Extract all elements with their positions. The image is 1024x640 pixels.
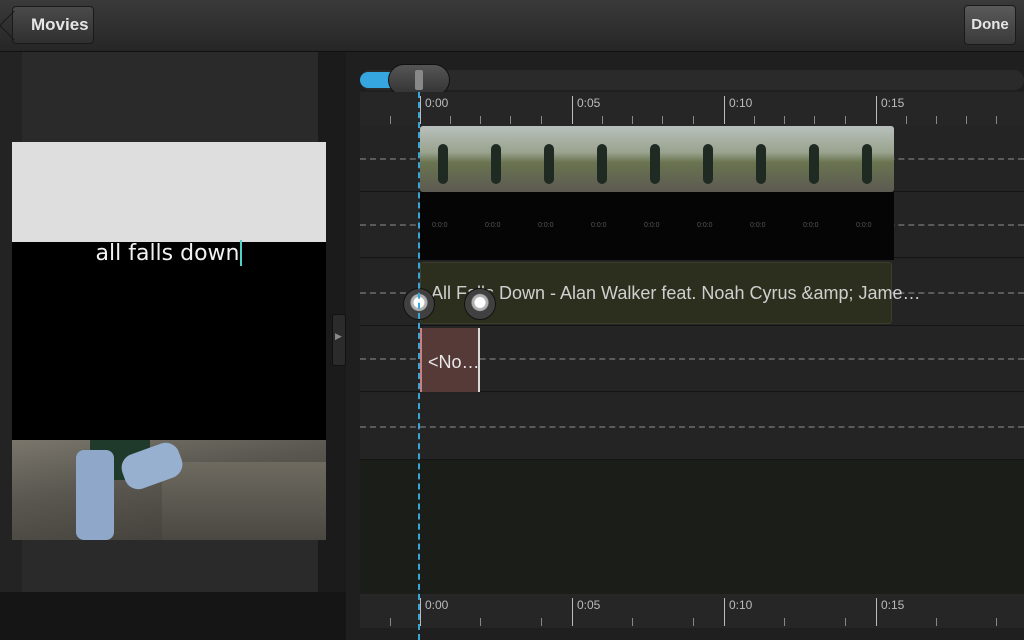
photo-wall: [162, 462, 326, 540]
ruler-tick: [936, 116, 937, 124]
thumb-figure: [438, 144, 448, 184]
thumb-figure: [650, 144, 660, 184]
ruler-tick: [814, 116, 815, 124]
preview-photo: [12, 438, 326, 540]
ruler-tick: [602, 116, 603, 124]
back-button-label: Movies: [31, 15, 89, 34]
ruler-label: 0:05: [572, 96, 600, 124]
audio-marker: 0:0:0: [538, 222, 554, 229]
clip-thumbnail: [420, 126, 473, 192]
top-bar: Movies Done: [0, 0, 1024, 52]
ruler-label: 0:00: [420, 96, 448, 124]
empty-track-area[interactable]: [360, 460, 1024, 594]
ruler-tick: [390, 116, 391, 124]
back-button[interactable]: Movies: [12, 6, 94, 44]
ruler-tick: [480, 618, 481, 626]
ruler-tick: [845, 618, 846, 626]
caption-text-overlay[interactable]: all falls down: [12, 240, 326, 266]
audio-marker: 0:0:0: [644, 222, 660, 229]
audio-marker: 0:0:0: [485, 222, 501, 229]
effects-track[interactable]: [360, 394, 1024, 460]
ruler-tick: [784, 618, 785, 626]
thumb-figure: [809, 144, 819, 184]
clip-thumbnail: [579, 126, 632, 192]
ruler-tick: [996, 116, 997, 124]
text-cursor: [240, 240, 243, 266]
thumb-figure: [703, 144, 713, 184]
ruler-tick: [510, 116, 511, 124]
audio-marker: 0:0:0: [697, 222, 713, 229]
ruler-tick: [693, 618, 694, 626]
ruler-tick: [845, 116, 846, 124]
time-ruler-top[interactable]: 0:00 0:05 0:10 0:15: [360, 92, 1024, 126]
audio-marker: 0:0:0: [856, 222, 872, 229]
ruler-tick: [632, 618, 633, 626]
ruler-label: 0:15: [876, 96, 904, 124]
caption-text: all falls down: [95, 241, 240, 266]
thumb-figure: [597, 144, 607, 184]
panel-resize-handle[interactable]: [332, 314, 346, 366]
thumb-figure: [862, 144, 872, 184]
ruler-tick: [936, 618, 937, 626]
ruler-label: 0:10: [724, 598, 752, 626]
track-guide-line: [360, 426, 1024, 428]
audio-marker: 0:0:0: [432, 222, 448, 229]
thumb-figure: [544, 144, 554, 184]
text-clip-label: <No…: [428, 352, 480, 372]
track-area: 0:0:0 0:0:0 0:0:0 0:0:0 0:0:0 0:0:0 0:0:…: [360, 126, 1024, 594]
ruler-tick: [906, 116, 907, 124]
ruler-tick: [541, 116, 542, 124]
ruler-tick: [450, 116, 451, 124]
ruler-tick: [784, 116, 785, 124]
panel-frame-bottom: [0, 592, 346, 640]
clip-thumbnail: [632, 126, 685, 192]
ruler-label: 0:10: [724, 96, 752, 124]
audio-marker: 0:0:0: [591, 222, 607, 229]
thumb-figure: [756, 144, 766, 184]
clip-thumbnail: [473, 126, 526, 192]
clip-thumbnail: [791, 126, 844, 192]
thumb-figure: [491, 144, 501, 184]
trim-handle-end[interactable]: [464, 288, 496, 320]
ruler-tick: [541, 618, 542, 626]
clip-thumbnail: [738, 126, 791, 192]
ruler-label: 0:15: [876, 598, 904, 626]
ruler-label: 0:00: [420, 598, 448, 626]
ruler-tick: [480, 116, 481, 124]
audio-marker: 0:0:0: [750, 222, 766, 229]
playhead-line[interactable]: [418, 92, 420, 640]
preview-white-area: [12, 142, 326, 242]
ruler-tick: [754, 116, 755, 124]
ruler-tick: [996, 618, 997, 626]
ruler-tick: [390, 618, 391, 626]
timeline-panel: 0:00 0:05 0:10 0:15 0:0:0 0:0:0 0:0:0 0:…: [346, 52, 1024, 640]
ruler-label: 0:05: [572, 598, 600, 626]
text-clip[interactable]: <No…: [420, 328, 480, 392]
ruler-tick: [662, 116, 663, 124]
clip-thumbnail: [844, 126, 894, 192]
music-clip-label: All Falls Down - Alan Walker feat. Noah …: [431, 283, 921, 303]
clip-thumbnail: [526, 126, 579, 192]
clip-thumbnail: [685, 126, 738, 192]
ruler-tick: [693, 116, 694, 124]
audio-marker: 0:0:0: [803, 222, 819, 229]
audio-clip[interactable]: 0:0:0 0:0:0 0:0:0 0:0:0 0:0:0 0:0:0 0:0:…: [420, 192, 894, 260]
video-clip[interactable]: [420, 126, 894, 192]
time-ruler-bottom[interactable]: 0:00 0:05 0:10 0:15: [360, 594, 1024, 628]
ruler-tick: [632, 116, 633, 124]
ruler-tick: [966, 116, 967, 124]
photo-leg: [76, 450, 114, 540]
done-button[interactable]: Done: [964, 5, 1016, 45]
video-preview[interactable]: all falls down: [12, 142, 326, 540]
zoom-slider-track[interactable]: [360, 70, 1024, 90]
